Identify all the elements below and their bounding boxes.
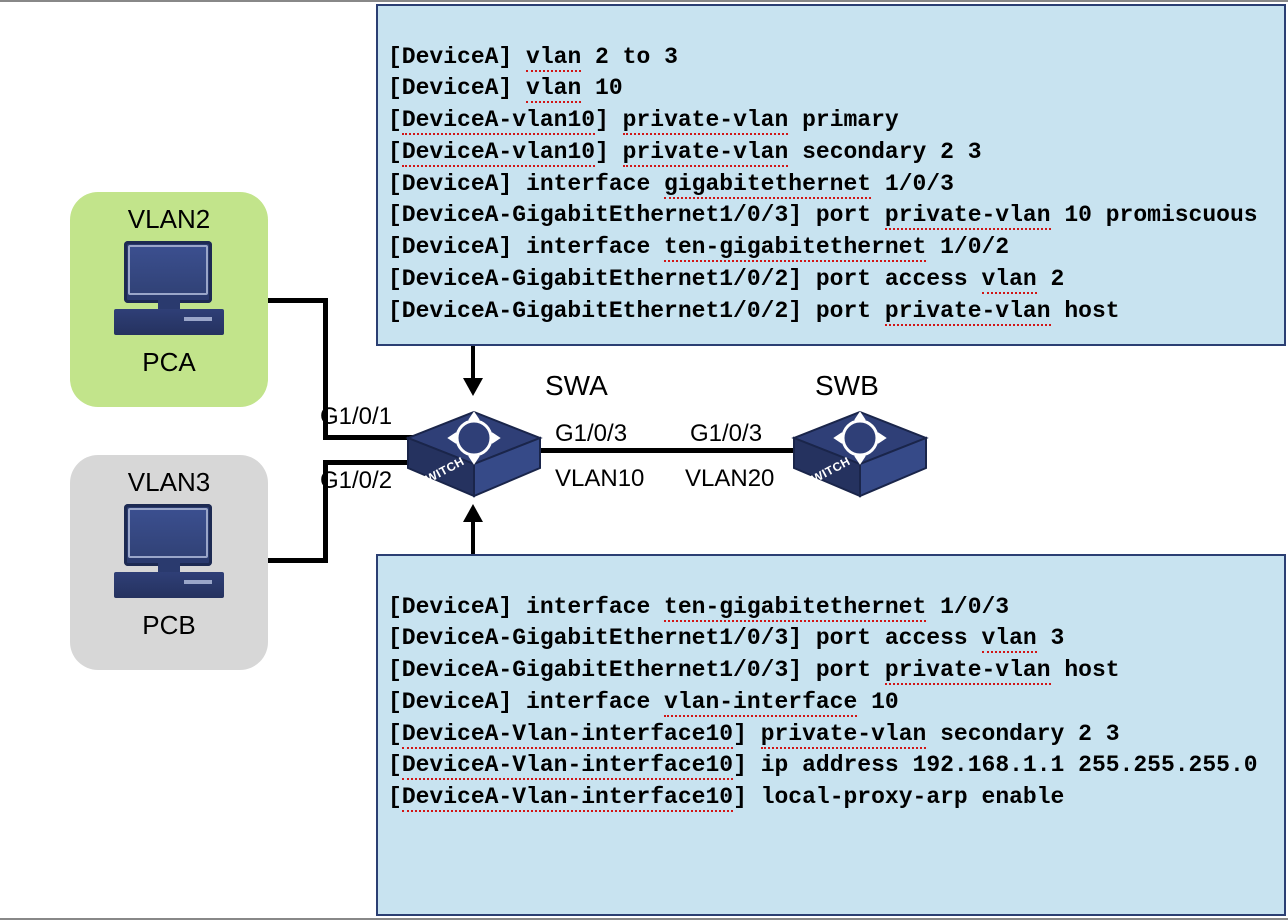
cfg-line: [DeviceA] vlan 10 [388,75,623,101]
computer-icon [114,504,224,604]
port-swa-g103: G1/0/3 [555,420,627,448]
port-swb-g103: G1/0/3 [690,420,762,448]
cfg-line: [DeviceA] interface ten-gigabitethernet … [388,234,1009,260]
pc-b-name: PCB [70,610,268,641]
cfg-line: [DeviceA-GigabitEthernet1/0/3] port acce… [388,625,1064,651]
computer-icon [114,241,224,341]
arrow-down-icon [463,378,483,396]
pc-b-vlan: VLAN3 [70,467,268,498]
pc-a-node: VLAN2 PCA [70,192,268,407]
pc-b-node: VLAN3 PCB [70,455,268,670]
port-g102: G1/0/2 [320,467,392,495]
cfg-line: [DeviceA-vlan10] private-vlan primary [388,107,899,133]
pc-a-vlan: VLAN2 [70,204,268,235]
cfg-line: [DeviceA-Vlan-interface10] ip address 19… [388,752,1258,778]
cfg-line: [DeviceA-GigabitEthernet1/0/3] port priv… [388,657,1120,683]
vlan20-label: VLAN20 [685,465,774,493]
swa-label: SWA [545,370,608,402]
vlan10-label: VLAN10 [555,465,644,493]
cfg-line: [DeviceA-Vlan-interface10] local-proxy-a… [388,784,1064,810]
config-callout-top: [DeviceA] vlan 2 to 3 [DeviceA] vlan 10 … [376,4,1286,346]
config-callout-bottom: [DeviceA] interface ten-gigabitethernet … [376,554,1286,916]
switch-swa: SWITCH [404,410,534,490]
cfg-line: [DeviceA] interface ten-gigabitethernet … [388,594,1009,620]
port-g101: G1/0/1 [320,403,392,431]
cfg-line: [DeviceA-GigabitEthernet1/0/2] port acce… [388,266,1064,292]
cfg-line: [DeviceA] interface gigabitethernet 1/0/… [388,171,954,197]
arrow-up-icon [463,504,483,522]
cfg-line: [DeviceA] interface vlan-interface 10 [388,689,899,715]
pc-a-name: PCA [70,347,268,378]
cfg-line: [DeviceA-vlan10] private-vlan secondary … [388,139,982,165]
cfg-line: [DeviceA-Vlan-interface10] private-vlan … [388,721,1120,747]
swb-label: SWB [815,370,879,402]
cfg-line: [DeviceA-GigabitEthernet1/0/3] port priv… [388,202,1258,228]
switch-swb: SWITCH [790,410,920,490]
cfg-line: [DeviceA-GigabitEthernet1/0/2] port priv… [388,298,1120,324]
cfg-line: [DeviceA] vlan 2 to 3 [388,44,678,70]
